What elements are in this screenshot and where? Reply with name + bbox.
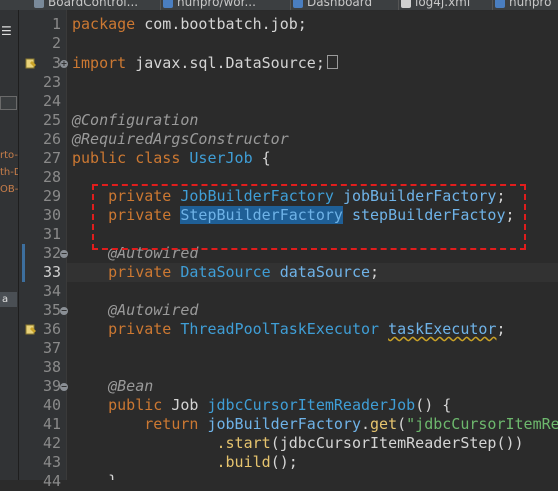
code-line-32: @Autowired bbox=[108, 244, 199, 262]
line-number: 24 bbox=[42, 92, 61, 110]
tree-item[interactable]: rto-D bbox=[0, 150, 18, 161]
tab-log4j-xml[interactable]: log4j.xml bbox=[398, 0, 470, 10]
line-number: 23 bbox=[42, 73, 61, 91]
dashboard-icon bbox=[293, 0, 303, 8]
line-number: 32 bbox=[42, 244, 61, 262]
line-number: 40 bbox=[42, 396, 61, 414]
line-number: 2 bbox=[51, 34, 61, 52]
warning-lightbulb-icon[interactable] bbox=[25, 57, 37, 69]
code-line-42: .start(jdbcCursorItemReaderStep()) bbox=[216, 434, 524, 452]
tab-label: Dashboard bbox=[307, 0, 373, 9]
tab-dashboard[interactable]: Dashboard bbox=[290, 0, 372, 10]
code-line-33: private DataSource dataSource; bbox=[108, 263, 380, 281]
code-line-35: @Autowired bbox=[108, 301, 199, 319]
code-line-40: public Job jdbcCursorItemReaderJob() { bbox=[108, 396, 452, 414]
line-number: 31 bbox=[42, 225, 61, 243]
tab-label: hunpro/wor... bbox=[177, 0, 256, 9]
folded-imports-icon[interactable] bbox=[326, 55, 338, 69]
code-line-36: private ThreadPoolTaskExecutor taskExecu… bbox=[108, 320, 506, 338]
line-number: 44 bbox=[42, 472, 61, 490]
line-number-gutter: 1 2 3 23 24 25 26 27 28 29 30 31 32 33 3… bbox=[19, 10, 68, 490]
occurrence-marker bbox=[22, 263, 25, 282]
selected-tree-item[interactable]: a bbox=[0, 292, 17, 307]
line-number: 38 bbox=[42, 358, 61, 376]
line-number: 25 bbox=[42, 111, 61, 129]
tree-item[interactable]: th-D bbox=[0, 167, 18, 178]
code-line-43: .build(); bbox=[216, 453, 298, 471]
java-file-icon bbox=[34, 0, 44, 8]
code-line-27: public class UserJob { bbox=[72, 149, 271, 167]
folder-icon bbox=[163, 0, 173, 8]
line-number: 28 bbox=[42, 168, 61, 186]
xml-file-icon bbox=[401, 0, 411, 8]
selected-text: StepBuilderFactory bbox=[180, 206, 343, 224]
code-line-29: private JobBuilderFactory jobBuilderFact… bbox=[108, 187, 506, 205]
tree-item[interactable]: OB- bbox=[0, 184, 18, 195]
line-number: 41 bbox=[42, 415, 61, 433]
folder-icon bbox=[495, 0, 505, 8]
line-number: 37 bbox=[42, 339, 61, 357]
line-number: 27 bbox=[42, 149, 61, 167]
tab-label: BoardControl... bbox=[48, 0, 139, 9]
code-line-25: @Configuration bbox=[72, 111, 199, 129]
line-number: 42 bbox=[42, 434, 61, 452]
line-number: 39 bbox=[42, 377, 61, 395]
code-line-3: import javax.sql.DataSource; bbox=[72, 54, 338, 73]
code-line-1: package com.bootbatch.job; bbox=[72, 15, 307, 33]
package-explorer-panel: ☰ rto-D th-D OB- a bbox=[0, 10, 19, 480]
line-number: 30 bbox=[42, 206, 61, 224]
code-line-41: return jobBuilderFactory.get("jdbcCursor… bbox=[144, 415, 558, 433]
tab-label: log4j.xml bbox=[415, 0, 471, 9]
line-number: 26 bbox=[42, 130, 61, 148]
occurrence-marker bbox=[22, 244, 25, 263]
warning-lightbulb-icon[interactable] bbox=[25, 323, 37, 335]
line-number-current: 33 bbox=[42, 263, 61, 281]
code-line-39: @Bean bbox=[108, 377, 154, 395]
tab-label: hunpro bbox=[509, 0, 552, 9]
line-number: 29 bbox=[42, 187, 61, 205]
line-number: 34 bbox=[42, 282, 61, 300]
line-number: 35 bbox=[42, 301, 61, 319]
code-line-30: private StepBuilderFactory stepBuilderFa… bbox=[108, 206, 515, 224]
code-line-44: } bbox=[72, 472, 117, 480]
code-editor[interactable]: package com.bootbatch.job; import javax.… bbox=[67, 10, 558, 480]
tab-hunpro[interactable]: hunpro bbox=[492, 0, 551, 10]
code-line-26: @RequiredArgsConstructor bbox=[72, 130, 289, 148]
tab-hunpro-workspace[interactable]: hunpro/wor... bbox=[160, 0, 256, 10]
view-menu-icon[interactable]: ☰ bbox=[1, 24, 12, 38]
filter-input[interactable] bbox=[0, 96, 17, 110]
line-number: 1 bbox=[51, 15, 61, 33]
line-number: 43 bbox=[42, 453, 61, 471]
tab-board-controller[interactable]: BoardControl... bbox=[32, 0, 138, 10]
